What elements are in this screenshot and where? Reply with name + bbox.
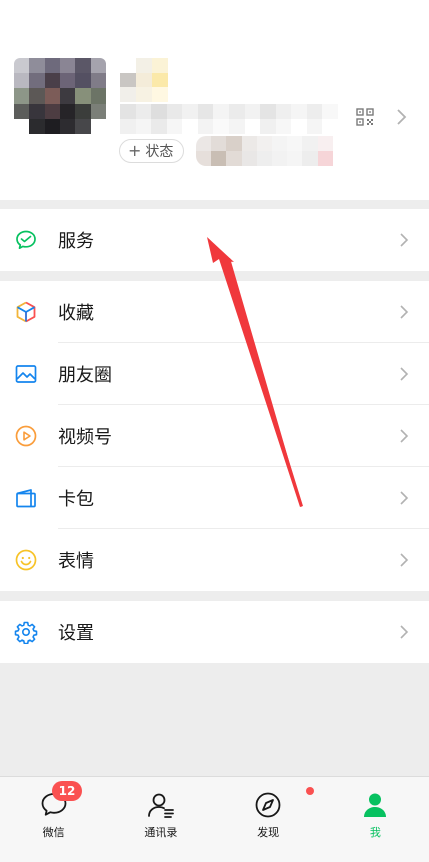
menu-item-label: 朋友圈 — [58, 365, 112, 386]
menu-item-favorites[interactable]: 收藏 — [0, 281, 429, 343]
wallet-icon — [16, 489, 36, 508]
favorites-cube-icon — [16, 301, 36, 323]
plus-icon: + — [128, 141, 142, 160]
status-label: 状态 — [145, 144, 174, 160]
profile-header[interactable]: + 状态 — [0, 0, 429, 200]
tab-label: 微信 — [42, 826, 65, 839]
menu-group-settings: 设置 — [0, 601, 429, 663]
menu-item-settings[interactable]: 设置 — [0, 601, 429, 663]
tab-label: 通讯录 — [144, 826, 178, 839]
chevron-right-icon[interactable] — [396, 108, 408, 126]
nickname-blurred — [120, 58, 168, 102]
gear-icon — [14, 621, 38, 644]
bottom-tab-bar: 12 微信 通讯录 发现 我 — [0, 776, 429, 862]
chevron-right-icon — [400, 305, 409, 319]
avatar[interactable] — [14, 58, 106, 134]
tab-chats[interactable]: 12 微信 — [0, 777, 107, 862]
friend-status-blurred — [196, 136, 348, 166]
unread-badge: 12 — [52, 781, 82, 801]
menu-item-moments[interactable]: 朋友圈 — [0, 343, 429, 405]
new-content-dot — [305, 787, 314, 795]
menu-item-stickers[interactable]: 表情 — [0, 529, 429, 591]
menu-item-label: 表情 — [58, 551, 94, 572]
menu-item-service[interactable]: 服务 — [0, 209, 429, 271]
play-circle-icon — [15, 425, 37, 447]
menu-item-label: 视频号 — [58, 427, 112, 448]
tab-contacts[interactable]: 通讯录 — [107, 777, 214, 862]
tab-discover[interactable]: 发现 — [215, 777, 322, 862]
person-icon — [364, 793, 387, 817]
menu-group-service: 服务 — [0, 209, 429, 271]
wechat-id-blurred — [120, 104, 338, 134]
contacts-icon — [147, 793, 174, 818]
chevron-right-icon — [400, 553, 409, 567]
chevron-right-icon — [400, 233, 409, 247]
wechat-pay-icon — [16, 230, 36, 250]
menu-item-label: 设置 — [58, 623, 94, 644]
tab-label: 发现 — [257, 826, 280, 839]
chevron-right-icon — [400, 367, 409, 381]
tab-me[interactable]: 我 — [322, 777, 429, 862]
chevron-right-icon — [400, 625, 409, 639]
photo-album-icon — [15, 365, 37, 383]
menu-item-label: 收藏 — [58, 303, 94, 324]
tab-label: 我 — [369, 826, 381, 839]
menu-item-card-wallet[interactable]: 卡包 — [0, 467, 429, 529]
qr-code-icon[interactable] — [356, 108, 374, 126]
smiley-icon — [15, 549, 37, 571]
add-status-button[interactable]: + 状态 — [119, 139, 185, 163]
chevron-right-icon — [400, 429, 409, 443]
menu-item-label: 卡包 — [58, 489, 94, 510]
compass-icon — [255, 792, 281, 818]
menu-item-channels[interactable]: 视频号 — [0, 405, 429, 467]
menu-item-label: 服务 — [58, 231, 94, 252]
chevron-right-icon — [400, 491, 409, 505]
menu-group-main: 收藏 朋友圈 视频号 卡包 表情 — [0, 281, 429, 591]
